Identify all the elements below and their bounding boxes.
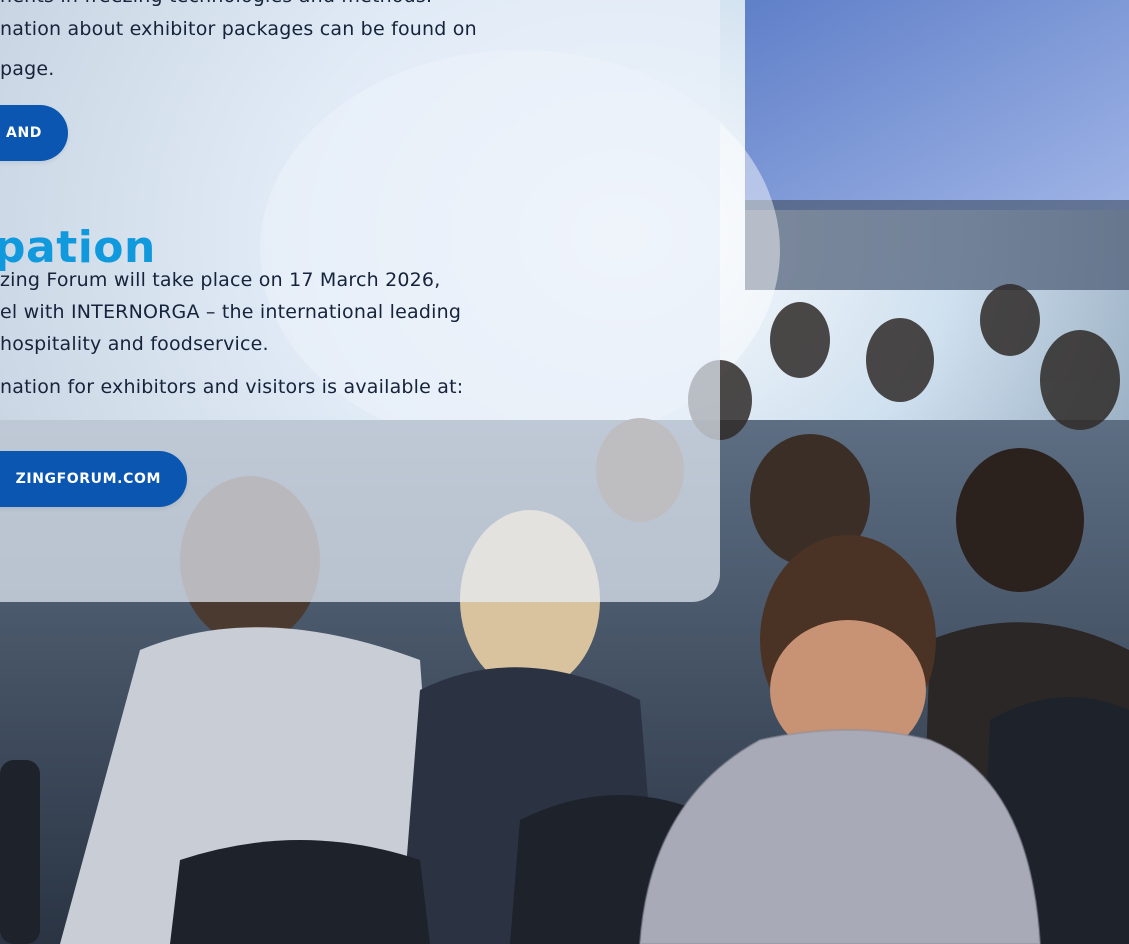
exhibitor-line-3: page. xyxy=(0,58,55,80)
participation-line-3: hospitality and foodservice. xyxy=(0,333,269,355)
participation-line-2: el with INTERNORGA – the international l… xyxy=(0,301,462,323)
participation-line-1: zing Forum will take place on 17 March 2… xyxy=(0,269,441,291)
website-link-button-label: ZINGFORUM.COM xyxy=(15,471,161,487)
participation-heading: pation xyxy=(0,222,156,273)
exhibitor-line-2: nation about exhibitor packages can be f… xyxy=(0,18,477,40)
participation-line-4: nation for exhibitors and visitors is av… xyxy=(0,376,464,398)
book-stand-button[interactable]: AND xyxy=(0,105,68,161)
exhibitor-line-1: nents in freezing technologies and metho… xyxy=(0,0,432,8)
website-link-button[interactable]: ZINGFORUM.COM xyxy=(0,451,187,507)
book-stand-button-label: AND xyxy=(6,125,42,141)
